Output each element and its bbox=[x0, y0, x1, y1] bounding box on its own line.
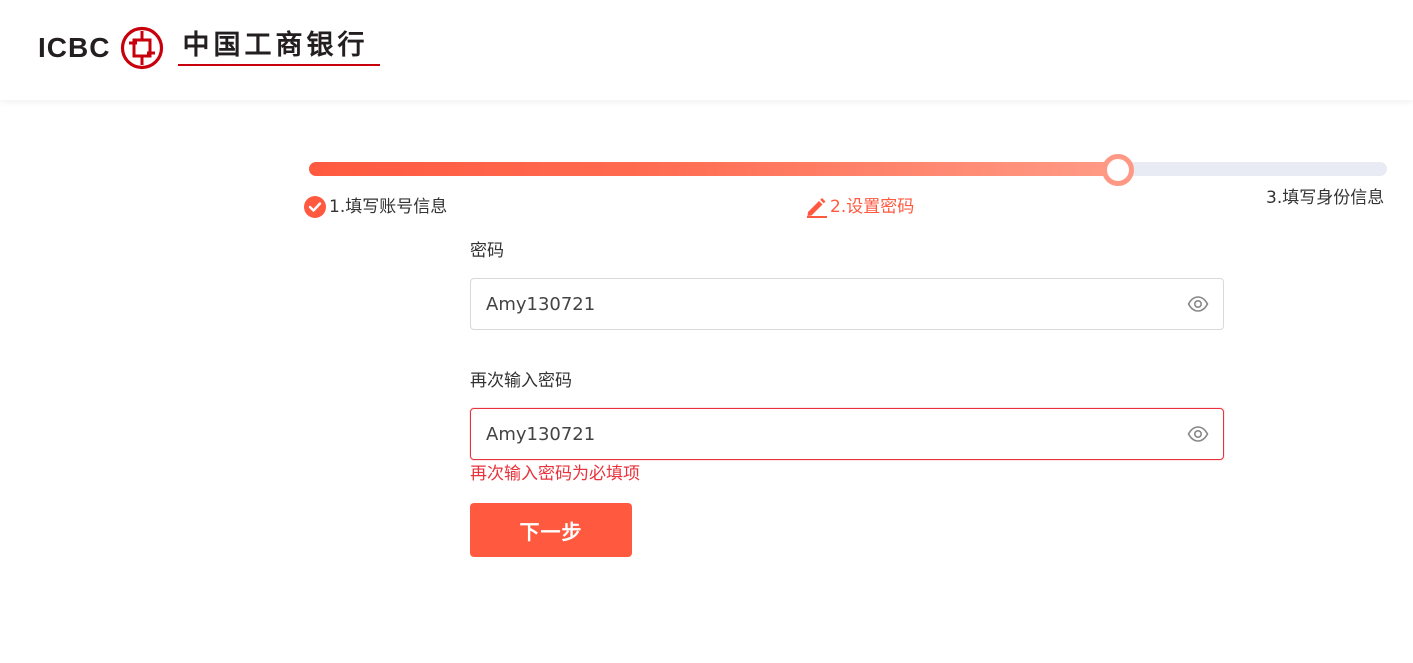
next-step-button[interactable]: 下一步 bbox=[470, 503, 632, 557]
step-1: 1.填写账号信息 bbox=[304, 196, 447, 218]
eye-icon[interactable] bbox=[1187, 424, 1209, 444]
step-2-label: 2.设置密码 bbox=[830, 197, 915, 217]
step-2: 2.设置密码 bbox=[805, 196, 914, 218]
progress-stepper bbox=[309, 154, 1387, 186]
progress-knob bbox=[1102, 154, 1134, 186]
pencil-icon bbox=[807, 198, 827, 218]
password-input[interactable] bbox=[486, 279, 1166, 329]
logo-chinese-text: 中国工商银行 bbox=[182, 30, 369, 61]
progress-fill bbox=[309, 162, 1118, 176]
logo-underline bbox=[178, 64, 381, 66]
logo-english-text: ICBC bbox=[38, 32, 111, 63]
password-label: 密码 bbox=[470, 241, 504, 261]
icbc-logo[interactable]: ICBC 中国工商银行 bbox=[38, 26, 381, 70]
confirm-password-input[interactable] bbox=[486, 409, 1166, 459]
page-header: ICBC 中国工商银行 bbox=[0, 0, 1413, 100]
step-3-label: 3.填写身份信息 bbox=[1266, 188, 1385, 208]
check-icon bbox=[304, 196, 326, 218]
confirm-password-field[interactable] bbox=[470, 408, 1224, 460]
password-field[interactable] bbox=[470, 278, 1224, 330]
step-3: 3.填写身份信息 bbox=[1266, 187, 1384, 209]
eye-icon[interactable] bbox=[1187, 294, 1209, 314]
confirm-password-label: 再次输入密码 bbox=[470, 371, 572, 391]
step-1-label: 1.填写账号信息 bbox=[329, 197, 448, 217]
logo-chinese-wrap: 中国工商银行 bbox=[178, 26, 381, 70]
confirm-password-error: 再次输入密码为必填项 bbox=[470, 464, 640, 484]
icbc-seal-icon bbox=[121, 26, 164, 70]
